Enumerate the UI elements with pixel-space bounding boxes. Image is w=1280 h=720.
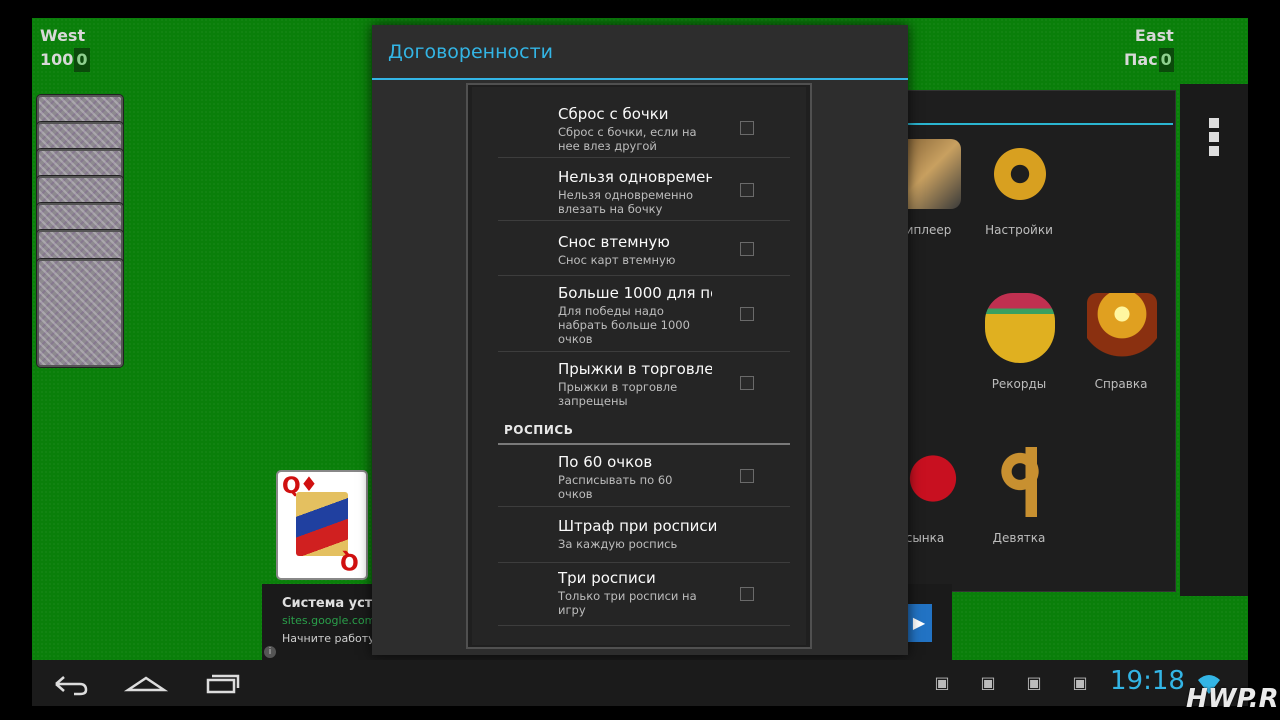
- play-store-notification-icon[interactable]: ▣: [1070, 674, 1090, 692]
- dialog-header: Договоренности: [372, 25, 908, 81]
- play-store-notification-icon[interactable]: ▣: [978, 674, 998, 692]
- pref-item-blind-discard[interactable]: Снос втемную Снос карт втемную: [498, 221, 790, 276]
- action-bar-strip: [1180, 84, 1248, 596]
- menu-tile-nine[interactable]: Девятка: [971, 439, 1067, 579]
- east-name: East: [1134, 26, 1174, 45]
- main-menu-panel: типлеер Настройки Рекорды Справка сынка …: [876, 90, 1176, 592]
- east-score: East Пас 0: [1124, 24, 1174, 72]
- west-name: West: [40, 26, 86, 45]
- west-points: 100: [40, 50, 74, 69]
- menu-tile-label: Справка: [1094, 377, 1148, 391]
- nine-icon: [985, 447, 1055, 517]
- overflow-dot: [1209, 132, 1219, 142]
- pref-summary: Для победы надо набрать больше 1000 очко…: [558, 304, 690, 346]
- preferences-list-inner: Сброс с бочки Сброс с бочки, если на нее…: [472, 87, 806, 645]
- preferences-list[interactable]: Сброс с бочки Сброс с бочки, если на нее…: [466, 83, 812, 649]
- pref-title: Больше 1000 для победы: [558, 284, 712, 302]
- pref-title: Штраф при росписи: [558, 517, 718, 535]
- pref-item-by-60[interactable]: По 60 очков Расписывать по 60 очков: [498, 445, 790, 507]
- pref-summary: Нельзя одновременно влезать на бочку: [558, 188, 694, 216]
- west-score: West 100 0: [40, 24, 90, 72]
- home-button[interactable]: [120, 666, 172, 700]
- pref-summary: Только три росписи на игру: [558, 589, 697, 617]
- home-icon: [123, 676, 169, 692]
- menu-tile-settings[interactable]: Настройки: [971, 131, 1067, 271]
- queen-of-diamonds-card[interactable]: Q ♦ Q: [276, 470, 368, 580]
- card-rank-bottom: Q: [340, 548, 359, 573]
- pref-checkbox[interactable]: [740, 469, 754, 483]
- ad-arrow-button[interactable]: ▶: [906, 604, 932, 642]
- watermark-logo: HWP.RU: [1186, 684, 1280, 714]
- ad-subtitle: Начните работу: [282, 632, 375, 645]
- recent-apps-icon: [206, 674, 240, 694]
- pref-summary: Прыжки в торговле запрещены: [558, 380, 678, 408]
- pref-title: Три росписи: [558, 569, 656, 587]
- back-icon: [55, 676, 88, 696]
- ad-info-icon[interactable]: i: [264, 646, 276, 658]
- recent-apps-button[interactable]: [196, 666, 248, 700]
- pref-title: Нельзя одновременно: [558, 168, 712, 186]
- queen-figure: [296, 492, 348, 556]
- pref-summary: Расписывать по 60 очков: [558, 473, 673, 501]
- ad-url: sites.google.com: [282, 614, 376, 627]
- category-header: РОСПИСЬ: [504, 423, 574, 437]
- west-extra: 0: [74, 48, 90, 72]
- pref-summary: За каждую роспись: [558, 537, 678, 551]
- pref-title: Прыжки в торговле: [558, 360, 712, 378]
- overflow-dot: [1209, 146, 1219, 156]
- medal-icon: [985, 293, 1055, 363]
- clock[interactable]: 19:18: [1110, 666, 1185, 696]
- east-status: Пас: [1124, 50, 1158, 69]
- card-back: [36, 258, 124, 368]
- pref-item-barrel-reset[interactable]: Сброс с бочки Сброс с бочки, если на нее…: [498, 87, 790, 158]
- pref-title: Снос втемную: [558, 233, 670, 251]
- dialog-title-divider: [372, 78, 908, 80]
- overflow-dot: [1209, 118, 1219, 128]
- pref-checkbox[interactable]: [740, 242, 754, 256]
- pref-title: По 60 очков: [558, 453, 653, 471]
- candles-icon: [1087, 293, 1157, 363]
- play-store-notification-icon[interactable]: ▣: [1024, 674, 1044, 692]
- pref-summary: Снос карт втемную: [558, 253, 676, 267]
- pref-item-over-1000[interactable]: Больше 1000 для победы Для победы надо н…: [498, 276, 790, 352]
- menu-tile-help[interactable]: Справка: [1073, 285, 1169, 425]
- pref-checkbox[interactable]: [740, 307, 754, 321]
- pref-checkbox[interactable]: [740, 587, 754, 601]
- pref-item-bidding-jumps[interactable]: Прыжки в торговле Прыжки в торговле запр…: [498, 352, 790, 414]
- system-navigation-bar: ▣ ▣ ▣ ▣ 19:18: [32, 660, 1248, 706]
- back-button[interactable]: [44, 666, 96, 700]
- agreements-dialog: Договоренности Сброс с бочки Сброс с боч…: [372, 25, 908, 655]
- play-store-notification-icon[interactable]: ▣: [932, 674, 952, 692]
- east-extra: 0: [1158, 48, 1174, 72]
- pref-item-penalty[interactable]: Штраф при росписи За каждую роспись: [498, 507, 790, 563]
- menu-tile-label: Девятка: [992, 531, 1046, 545]
- pref-checkbox[interactable]: [740, 183, 754, 197]
- menu-tile-label: Настройки: [985, 223, 1053, 237]
- pref-item-three-writes[interactable]: Три росписи Только три росписи на игру: [498, 563, 790, 626]
- dialog-title: Договоренности: [388, 41, 553, 63]
- menu-divider: [877, 123, 1173, 125]
- pref-item-simultaneous[interactable]: Нельзя одновременно Нельзя одновременно …: [498, 158, 790, 221]
- menu-tile-records[interactable]: Рекорды: [971, 285, 1067, 425]
- pref-title: Сброс с бочки: [558, 105, 669, 123]
- menu-tile-label: Рекорды: [991, 377, 1047, 391]
- pref-checkbox[interactable]: [740, 121, 754, 135]
- pref-checkbox[interactable]: [740, 376, 754, 390]
- gear-icon: [985, 139, 1055, 209]
- pref-summary: Сброс с бочки, если на нее влез другой: [558, 125, 697, 153]
